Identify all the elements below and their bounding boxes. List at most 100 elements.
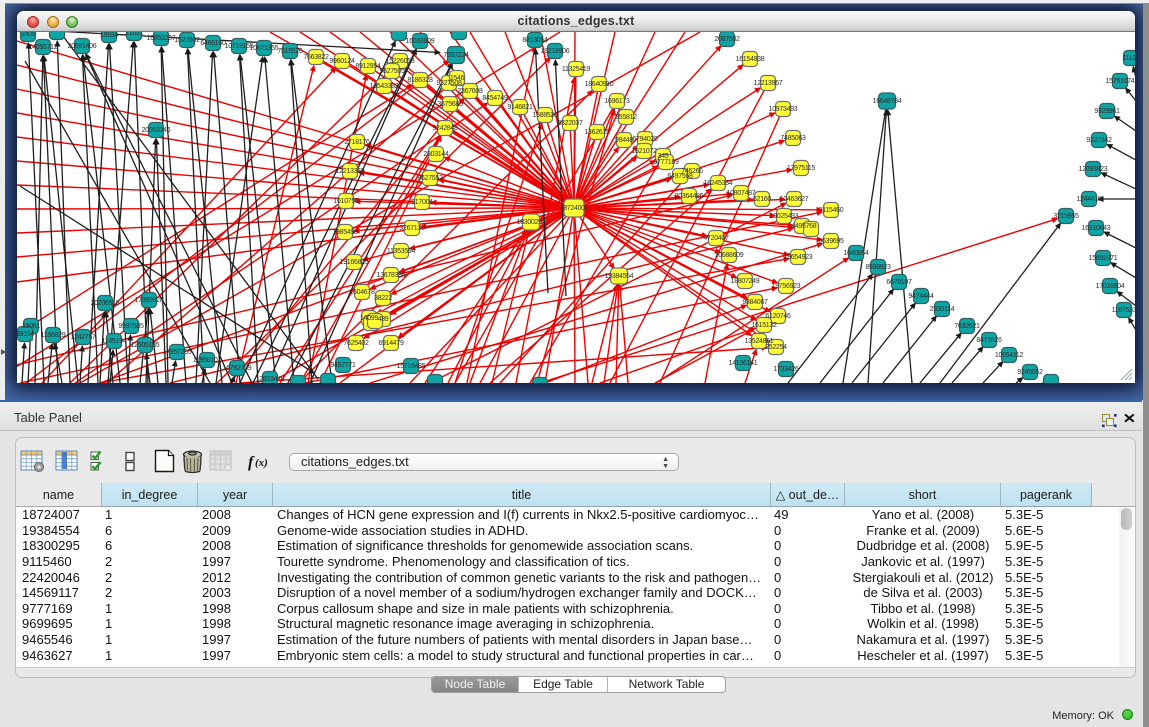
svg-text:19756923: 19756923 bbox=[772, 283, 801, 290]
svg-text:6794028: 6794028 bbox=[632, 136, 658, 143]
svg-text:12093823: 12093823 bbox=[1079, 166, 1108, 173]
svg-text:9457771: 9457771 bbox=[330, 362, 356, 369]
svg-text:1604678: 1604678 bbox=[349, 289, 375, 296]
svg-text:21051: 21051 bbox=[125, 32, 143, 37]
svg-text:16782759: 16782759 bbox=[223, 365, 252, 372]
svg-text:12213967: 12213967 bbox=[754, 80, 783, 87]
svg-text:6322037: 6322037 bbox=[557, 120, 583, 127]
svg-text:1156829: 1156829 bbox=[41, 332, 66, 339]
svg-text:1546: 1546 bbox=[450, 75, 465, 82]
svg-text:1167533: 1167533 bbox=[1112, 307, 1135, 314]
svg-text:10973493: 10973493 bbox=[769, 106, 798, 113]
svg-text:1527602: 1527602 bbox=[174, 37, 200, 44]
svg-text:10671355: 10671355 bbox=[250, 45, 279, 52]
svg-text:7485063: 7485063 bbox=[780, 135, 806, 142]
svg-text:8938923: 8938923 bbox=[865, 264, 891, 271]
svg-text:10853287: 10853287 bbox=[147, 35, 176, 42]
svg-text:9115460: 9115460 bbox=[819, 207, 844, 214]
svg-text:10654112: 10654112 bbox=[995, 352, 1024, 359]
svg-text:955812: 955812 bbox=[615, 114, 637, 121]
svg-text:17975115: 17975115 bbox=[787, 165, 816, 172]
svg-text:14055712: 14055712 bbox=[29, 44, 58, 51]
svg-text:11353594: 11353594 bbox=[387, 248, 416, 255]
svg-text:2367608: 2367608 bbox=[457, 88, 483, 95]
svg-text:1696173: 1696173 bbox=[604, 98, 630, 105]
svg-text:9960124: 9960124 bbox=[329, 58, 355, 65]
svg-text:20053346: 20053346 bbox=[142, 127, 171, 134]
svg-text:9997585: 9997585 bbox=[118, 323, 144, 330]
svg-text:8471626: 8471626 bbox=[976, 337, 1002, 344]
svg-text:62160: 62160 bbox=[753, 196, 771, 203]
svg-text:15692971: 15692971 bbox=[1089, 255, 1118, 262]
svg-text:3675685: 3675685 bbox=[437, 101, 463, 108]
svg-text:17359928: 17359928 bbox=[135, 297, 164, 304]
svg-text:6639695: 6639695 bbox=[818, 238, 844, 245]
svg-text:10025433: 10025433 bbox=[770, 213, 799, 220]
svg-text:12823448: 12823448 bbox=[256, 376, 285, 383]
svg-text:7625402: 7625402 bbox=[343, 340, 369, 347]
svg-text:7357224: 7357224 bbox=[443, 52, 469, 59]
svg-text:19654923: 19654923 bbox=[784, 254, 813, 261]
svg-text:11958107: 11958107 bbox=[193, 357, 222, 364]
svg-text:20206516: 20206516 bbox=[91, 300, 120, 307]
svg-text:16648784: 16648784 bbox=[873, 98, 902, 105]
svg-text:9146821: 9146821 bbox=[507, 104, 533, 111]
svg-text:8627552: 8627552 bbox=[417, 175, 443, 182]
svg-text:3267130: 3267130 bbox=[399, 225, 425, 232]
svg-text:11325419: 11325419 bbox=[562, 66, 591, 73]
svg-text:3215955: 3215955 bbox=[1053, 213, 1079, 220]
svg-text:7663822: 7663822 bbox=[303, 54, 329, 61]
svg-text:1588520: 1588520 bbox=[532, 112, 558, 119]
svg-text:1985498: 1985498 bbox=[332, 229, 358, 236]
svg-text:9884067: 9884067 bbox=[742, 299, 768, 306]
svg-text:1505: 1505 bbox=[21, 32, 36, 38]
svg-text:1621072: 1621072 bbox=[631, 148, 657, 155]
svg-text:15751074: 15751074 bbox=[1106, 78, 1135, 85]
svg-text:2087682: 2087682 bbox=[714, 36, 740, 43]
svg-text:99448: 99448 bbox=[615, 137, 633, 144]
svg-text:1640954: 1640954 bbox=[843, 250, 869, 257]
svg-text:16543382: 16543382 bbox=[370, 83, 399, 90]
svg-text:38222: 38222 bbox=[374, 295, 392, 302]
svg-text:19218906: 19218906 bbox=[541, 48, 570, 55]
svg-text:489: 489 bbox=[378, 316, 389, 323]
svg-text:19934: 19934 bbox=[100, 32, 118, 39]
svg-text:10688609: 10688609 bbox=[715, 252, 744, 259]
svg-text:16154838: 16154838 bbox=[736, 56, 765, 63]
svg-text:19384554: 19384554 bbox=[605, 273, 634, 280]
svg-text:17957255: 17957255 bbox=[163, 349, 192, 356]
svg-text:14495768: 14495768 bbox=[788, 223, 817, 230]
svg-text:7515526: 7515526 bbox=[277, 48, 303, 55]
svg-text:6120746: 6120746 bbox=[765, 313, 791, 320]
svg-text:1615132: 1615132 bbox=[751, 322, 777, 329]
svg-text:6497568: 6497568 bbox=[667, 173, 693, 180]
svg-text:1610755: 1610755 bbox=[333, 198, 359, 205]
svg-text:9227342: 9227342 bbox=[1086, 137, 1112, 144]
svg-text:12505135: 12505135 bbox=[131, 342, 160, 349]
svg-text:8912954: 8912954 bbox=[355, 63, 381, 70]
svg-text:917004: 917004 bbox=[411, 199, 433, 206]
svg-text:252254: 252254 bbox=[765, 344, 787, 351]
svg-text:6679197: 6679197 bbox=[886, 279, 912, 286]
svg-text:18807249: 18807249 bbox=[731, 278, 760, 285]
svg-text:1145194: 1145194 bbox=[102, 338, 127, 345]
svg-text:16033809: 16033809 bbox=[406, 38, 435, 45]
svg-text:12213369: 12213369 bbox=[336, 168, 365, 175]
svg-text:18640910: 18640910 bbox=[585, 81, 614, 88]
svg-text:17016504: 17016504 bbox=[1096, 283, 1125, 290]
svg-text:8813054: 8813054 bbox=[522, 37, 548, 44]
svg-text:2803144: 2803144 bbox=[423, 151, 449, 158]
svg-text:10807487: 10807487 bbox=[727, 190, 756, 197]
svg-text:39154: 39154 bbox=[17, 331, 34, 338]
svg-text:14099: 14099 bbox=[360, 315, 378, 322]
svg-text:2935114: 2935114 bbox=[930, 306, 955, 313]
svg-text:11124: 11124 bbox=[1123, 55, 1135, 62]
svg-text:18724007: 18724007 bbox=[560, 205, 589, 212]
svg-text:15226058: 15226058 bbox=[386, 58, 415, 65]
svg-text:7632621: 7632621 bbox=[954, 323, 980, 330]
svg-text:18300295: 18300295 bbox=[517, 219, 546, 226]
svg-text:6466160: 6466160 bbox=[200, 40, 226, 47]
svg-text:16210643: 16210643 bbox=[1082, 225, 1111, 232]
svg-text:9777169: 9777169 bbox=[653, 159, 679, 166]
svg-text:1733426: 1733426 bbox=[773, 366, 799, 373]
